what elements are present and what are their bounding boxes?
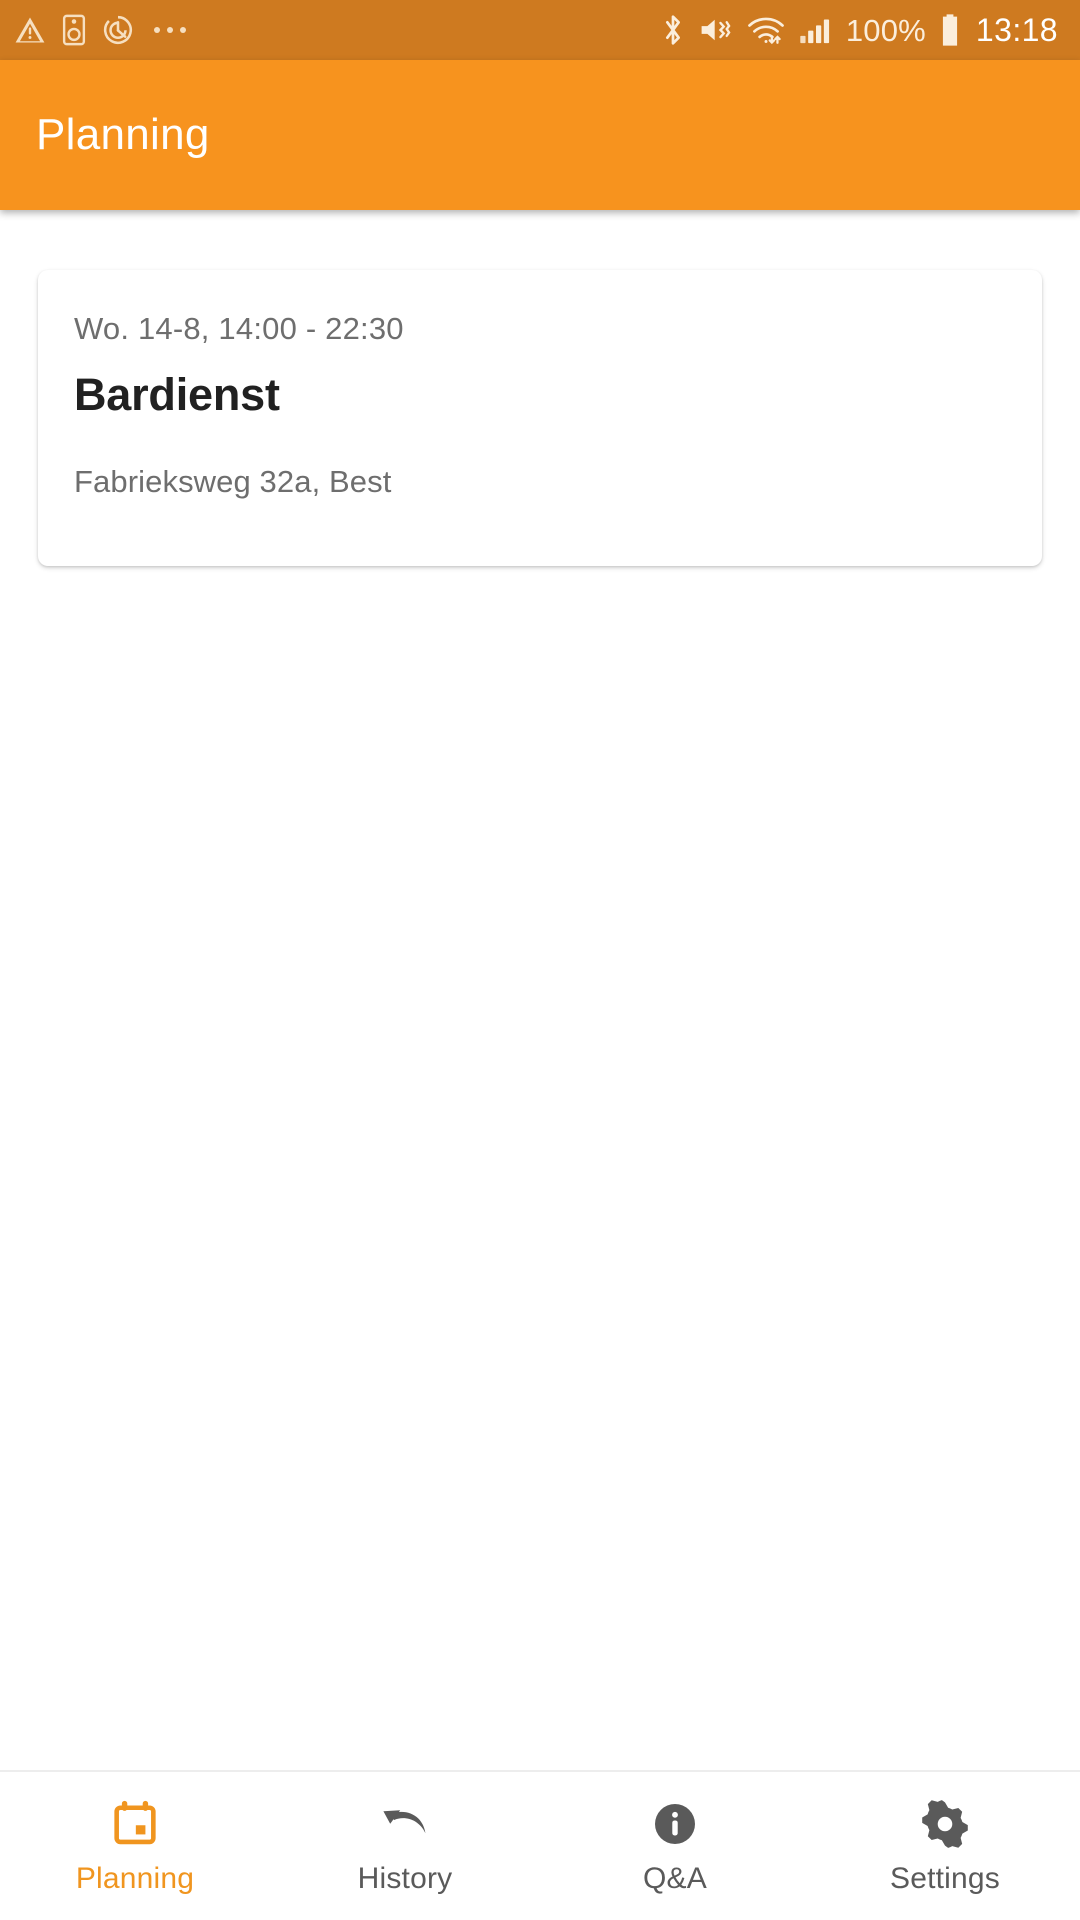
status-bar-left-icons — [14, 14, 186, 46]
nav-item-history[interactable]: History — [270, 1772, 540, 1920]
nav-item-planning[interactable]: Planning — [0, 1772, 270, 1920]
warning-triangle-icon — [14, 14, 46, 46]
page-title: Planning — [36, 110, 210, 159]
undo-arrow-icon — [379, 1798, 431, 1850]
mute-icon — [699, 14, 733, 46]
main-content: Wo. 14-8, 14:00 - 22:30 Bardienst Fabrie… — [0, 210, 1080, 1770]
phone-screen: 100% 13:18 Planning Wo. 14-8, 14:00 - 22… — [0, 0, 1080, 1920]
cellular-signal-icon — [799, 14, 833, 46]
nav-label-settings: Settings — [890, 1862, 1000, 1895]
bluetooth-icon — [660, 13, 686, 47]
shift-time: Wo. 14-8, 14:00 - 22:30 — [74, 311, 404, 346]
app-bar: Planning — [0, 60, 1080, 210]
more-notifications-icon — [154, 27, 186, 33]
status-bar-right-icons: 100% 13:18 — [660, 13, 1058, 47]
nav-item-settings[interactable]: Settings — [810, 1772, 1080, 1920]
nav-item-qa[interactable]: Q&A — [540, 1772, 810, 1920]
gear-icon — [920, 1798, 970, 1850]
nav-label-planning: Planning — [75, 1862, 195, 1895]
battery-percent-label: 100% — [845, 12, 926, 48]
shift-title: Bardienst — [74, 369, 280, 421]
status-bar-clock: 13:18 — [975, 12, 1058, 48]
shift-card[interactable]: Wo. 14-8, 14:00 - 22:30 Bardienst Fabrie… — [38, 270, 1042, 566]
status-bar: 100% 13:18 — [0, 0, 1080, 60]
speaker-icon — [60, 14, 88, 46]
battery-icon — [939, 13, 961, 47]
nav-label-history: History — [357, 1862, 453, 1895]
alarm-timer-icon — [102, 14, 134, 46]
bottom-navigation-bar: Planning History Q&A Settings — [0, 1770, 1080, 1920]
calendar-icon — [110, 1798, 160, 1850]
nav-label-qa: Q&A — [643, 1862, 707, 1895]
wifi-icon — [746, 14, 786, 46]
info-circle-icon — [650, 1798, 700, 1850]
shift-address: Fabrieksweg 32a, Best — [74, 463, 392, 499]
